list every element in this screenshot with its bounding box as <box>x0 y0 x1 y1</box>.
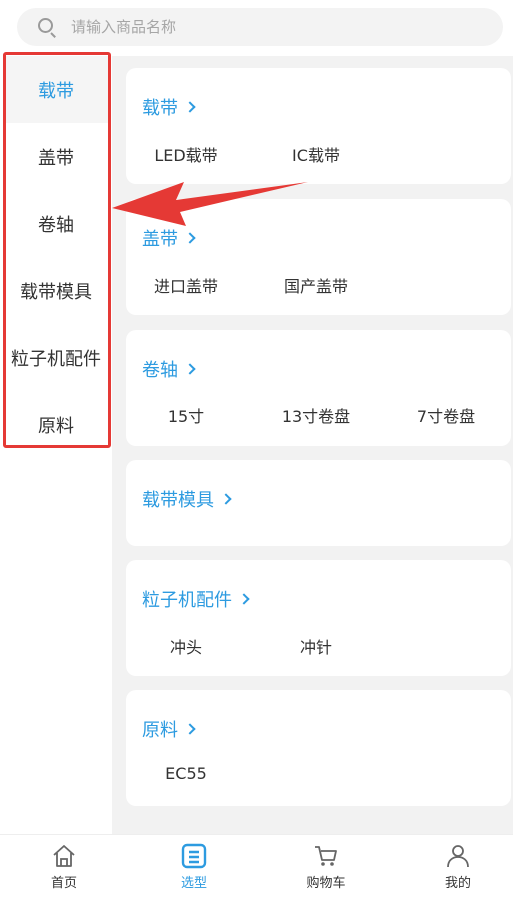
sidebar-item-raw-material[interactable]: 原料 <box>4 391 108 458</box>
sidebar-item-reel[interactable]: 卷轴 <box>4 190 108 257</box>
subcategory-item[interactable]: IC载带 <box>256 142 376 166</box>
tab-label: 选型 <box>180 875 207 891</box>
sidebar-item-machine-parts[interactable]: 粒子机配件 <box>4 324 108 391</box>
subcategory-item[interactable]: 冲针 <box>256 634 376 658</box>
tab-label: 首页 <box>50 875 77 891</box>
tab-select[interactable]: 选型 <box>130 835 258 897</box>
tab-label: 我的 <box>444 875 471 891</box>
category-title-link[interactable]: 卷轴 <box>142 356 196 382</box>
search-icon <box>37 17 57 38</box>
tab-cart[interactable]: 购物车 <box>262 835 390 897</box>
category-card: 粒子机配件 冲头 冲针 <box>126 560 511 676</box>
subcategory-item[interactable]: 15寸 <box>126 403 246 427</box>
chevron-right-icon <box>184 232 196 244</box>
sidebar-item-cover-tape[interactable]: 盖带 <box>4 123 108 190</box>
search-input[interactable] <box>71 18 471 36</box>
category-card: 载带模具 <box>126 460 511 546</box>
tab-home[interactable]: 首页 <box>0 835 128 897</box>
subcategory-item[interactable]: LED载带 <box>126 142 246 166</box>
search-bar <box>0 0 513 56</box>
category-title-link[interactable]: 盖带 <box>142 225 196 251</box>
category-title-link[interactable]: 载带模具 <box>142 486 232 512</box>
sidebar-item-tape-mold[interactable]: 载带模具 <box>4 257 108 324</box>
category-title-link[interactable]: 原料 <box>142 716 196 742</box>
chevron-right-icon <box>184 723 196 735</box>
subcategory-item[interactable]: 进口盖带 <box>126 273 246 297</box>
annotation-arrow-icon <box>112 182 308 226</box>
category-title-link[interactable]: 粒子机配件 <box>142 586 250 612</box>
chevron-right-icon <box>238 593 250 605</box>
category-sidebar: 载带 盖带 卷轴 载带模具 粒子机配件 原料 <box>0 52 112 834</box>
chevron-right-icon <box>184 101 196 113</box>
chevron-right-icon <box>184 363 196 375</box>
subcategory-item[interactable]: 13寸卷盘 <box>256 403 376 427</box>
category-card: 载带 LED载带 IC载带 <box>126 68 511 184</box>
sidebar-item-carrier-tape[interactable]: 载带 <box>4 56 108 123</box>
cart-icon <box>315 845 337 866</box>
category-card: 原料 EC55 <box>126 690 511 806</box>
select-icon <box>181 843 207 868</box>
search-box[interactable] <box>17 8 503 46</box>
home-icon <box>53 844 75 867</box>
category-card: 卷轴 15寸 13寸卷盘 7寸卷盘 <box>126 330 511 446</box>
category-content: 载带 LED载带 IC载带 盖带 进口盖带 国产盖带 卷轴 15寸 13寸卷盘 … <box>112 56 513 834</box>
subcategory-item[interactable]: 冲头 <box>126 634 246 658</box>
user-icon <box>447 844 469 867</box>
tab-label: 购物车 <box>306 875 346 891</box>
bottom-tab-bar: 首页 选型 购物车 我的 <box>0 834 513 897</box>
category-title-link[interactable]: 载带 <box>142 94 196 120</box>
chevron-right-icon <box>220 493 232 505</box>
tab-me[interactable]: 我的 <box>394 835 513 897</box>
subcategory-item[interactable]: 7寸卷盘 <box>386 403 506 427</box>
subcategory-item[interactable]: EC55 <box>126 764 246 783</box>
subcategory-item[interactable]: 国产盖带 <box>256 273 376 297</box>
